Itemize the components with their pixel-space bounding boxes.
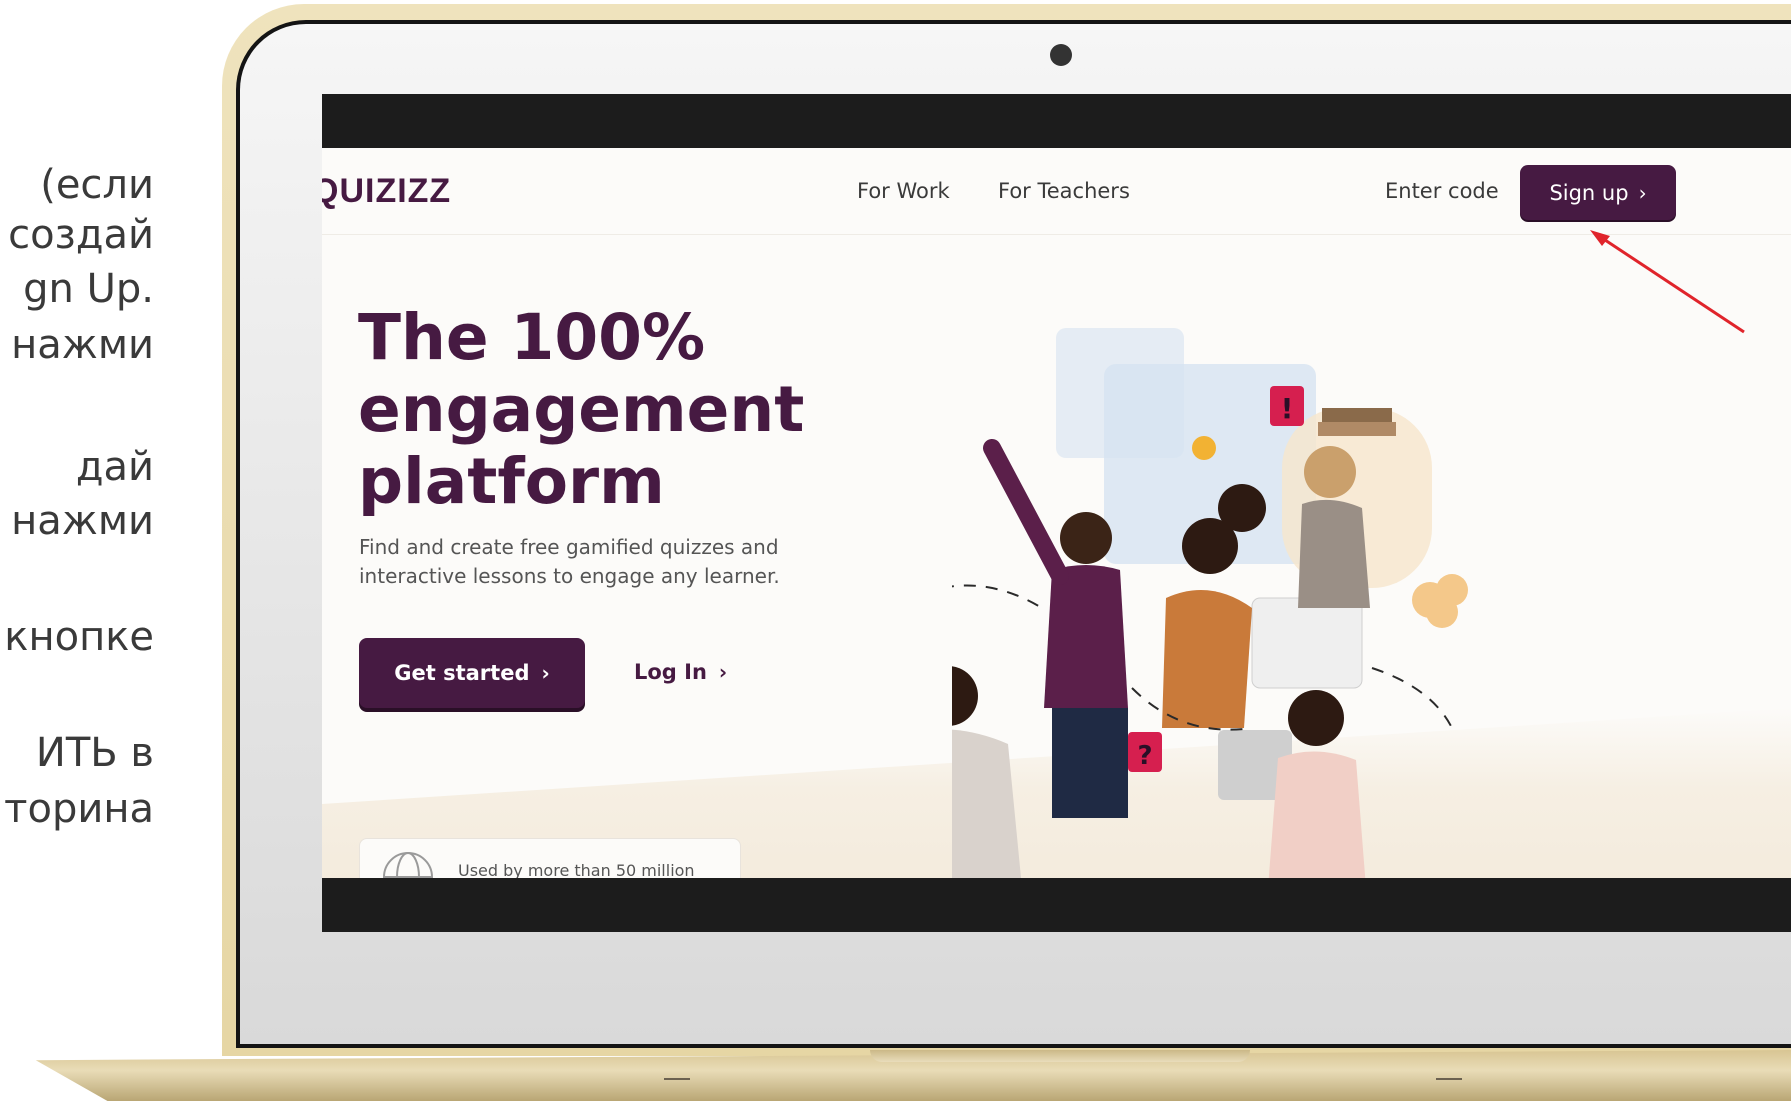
hero-subtitle-line: interactive lessons to engage any learne… [359, 564, 780, 588]
chevron-right-icon: › [541, 661, 550, 685]
slide-text: (если создай gn Up. нажми дай нажми кноп… [0, 0, 160, 1101]
get-started-label: Get started [394, 661, 530, 685]
stat-card: Used by more than 50 million [359, 838, 741, 878]
slide-text-line: gn Up. [23, 266, 154, 312]
stat-text: Used by more than 50 million [458, 861, 695, 878]
quizizz-homepage: QUIZIZZ For Work For Teachers Enter code… [322, 148, 1791, 878]
hero-subtitle: Find and create free gamified quizzes an… [359, 533, 829, 591]
nav-for-work[interactable]: For Work [857, 179, 950, 203]
hero-title-line: platform [358, 445, 665, 518]
navbar: QUIZIZZ For Work For Teachers Enter code… [322, 148, 1791, 235]
hero-title: The 100% engagement platform [358, 302, 878, 518]
laptop-foot-mark [664, 1078, 690, 1080]
slide-text-line: нажми [11, 322, 154, 368]
slide-text-line: кнопке [4, 614, 154, 660]
log-in-label: Log In [634, 660, 707, 684]
slide-text-line: ИТЬ в [35, 730, 154, 776]
quizizz-logo[interactable]: QUIZIZZ [322, 172, 451, 211]
sign-up-label: Sign up [1549, 180, 1629, 205]
sign-up-button[interactable]: Sign up › [1520, 165, 1676, 220]
laptop-foot-mark [1436, 1078, 1462, 1080]
get-started-button[interactable]: Get started › [359, 638, 585, 708]
slide-text-line: создай [8, 212, 154, 258]
hero-title-line: engagement [358, 373, 805, 446]
hero-title-line: The 100% [358, 301, 706, 374]
webcam-icon [1050, 44, 1072, 66]
laptop-notch [870, 1050, 1250, 1062]
log-in-link[interactable]: Log In › [634, 660, 727, 684]
slide-text-line: (если [40, 162, 154, 208]
nav-for-teachers[interactable]: For Teachers [998, 179, 1130, 203]
slide-text-line: торина [4, 786, 154, 832]
chevron-right-icon: › [718, 660, 728, 684]
svg-text:?: ? [1137, 741, 1152, 771]
hero-illustration: ! ? [952, 328, 1468, 878]
hero-subtitle-line: Find and create free gamified quizzes an… [359, 535, 779, 559]
slide-text-line: дай [75, 444, 154, 490]
slide-text-line: нажми [11, 498, 154, 544]
laptop-screen: QUIZIZZ For Work For Teachers Enter code… [322, 94, 1791, 932]
enter-code-link[interactable]: Enter code [1385, 179, 1499, 203]
svg-text:!: ! [1281, 392, 1294, 425]
chevron-right-icon: › [1638, 180, 1647, 205]
globe-icon [383, 852, 433, 878]
